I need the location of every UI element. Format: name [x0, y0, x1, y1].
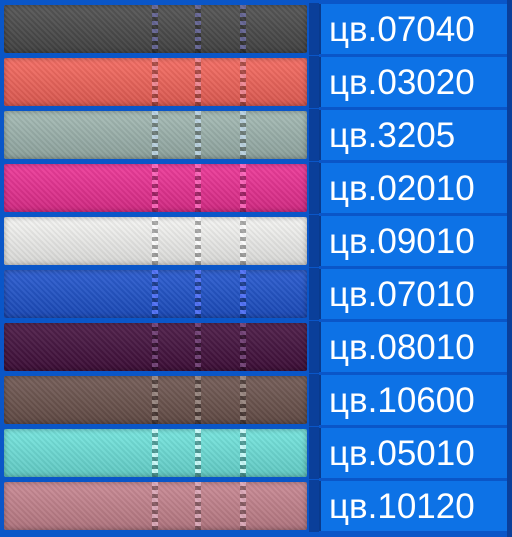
column-divider [309, 321, 319, 373]
fabric-swatch [4, 270, 307, 318]
swatch-stripe [240, 164, 246, 212]
column-divider [309, 56, 319, 108]
fabric-swatch [4, 376, 307, 424]
swatch-stripe [195, 323, 201, 371]
fabric-swatch [4, 323, 307, 371]
swatch-stripe [152, 58, 158, 106]
swatch-stripe [195, 58, 201, 106]
swatch-stripe [152, 270, 158, 318]
color-code-label: цв.09010 [329, 222, 475, 261]
column-divider [309, 162, 319, 214]
color-code-label: цв.02010 [329, 169, 475, 208]
color-code-cell: цв.08010 [319, 322, 507, 372]
swatch-stripe [152, 482, 158, 530]
color-code-label: цв.07010 [329, 275, 475, 314]
swatch-stripe [240, 376, 246, 424]
swatch-row: цв.3205 [0, 109, 512, 161]
swatch-row: цв.10120 [0, 480, 512, 532]
swatch-stripe [195, 429, 201, 477]
swatch-row: цв.07040 [0, 3, 512, 55]
swatch-stripe [240, 5, 246, 53]
column-divider [309, 427, 319, 479]
color-code-label: цв.10600 [329, 381, 475, 420]
color-code-cell: цв.09010 [319, 216, 507, 266]
color-code-cell: цв.3205 [319, 110, 507, 160]
color-code-label: цв.03020 [329, 63, 475, 102]
swatch-stripe [152, 111, 158, 159]
color-code-cell: цв.02010 [319, 163, 507, 213]
swatch-stripe [152, 5, 158, 53]
swatch-row: цв.05010 [0, 427, 512, 479]
swatch-row: цв.09010 [0, 215, 512, 267]
fabric-swatch [4, 5, 307, 53]
color-code-label: цв.05010 [329, 434, 475, 473]
swatch-stripe [152, 376, 158, 424]
swatch-stripe [195, 164, 201, 212]
swatch-stripe [195, 376, 201, 424]
color-code-cell: цв.07010 [319, 269, 507, 319]
swatch-stripe [195, 111, 201, 159]
color-code-label: цв.3205 [329, 116, 456, 155]
column-divider [309, 268, 319, 320]
swatch-stripe [240, 58, 246, 106]
color-code-label: цв.10120 [329, 487, 475, 526]
swatch-stripe [240, 270, 246, 318]
swatch-stripe [152, 323, 158, 371]
swatch-stripe [240, 323, 246, 371]
color-code-cell: цв.10600 [319, 375, 507, 425]
fabric-swatch [4, 111, 307, 159]
color-code-cell: цв.05010 [319, 428, 507, 478]
fabric-swatch [4, 482, 307, 530]
column-divider [309, 374, 319, 426]
fabric-swatch [4, 58, 307, 106]
swatch-row: цв.07010 [0, 268, 512, 320]
swatch-stripe [240, 429, 246, 477]
color-swatch-table: цв.07040 цв.03020 цв.3205 цв.02010 цв.09… [0, 0, 512, 537]
swatch-stripe [152, 164, 158, 212]
swatch-stripe [195, 270, 201, 318]
fabric-swatch [4, 217, 307, 265]
swatch-stripe [195, 5, 201, 53]
fabric-swatch [4, 164, 307, 212]
column-divider [309, 480, 319, 532]
swatch-stripe [240, 111, 246, 159]
color-code-cell: цв.03020 [319, 57, 507, 107]
swatch-stripe [240, 217, 246, 265]
swatch-stripe [152, 429, 158, 477]
column-divider [309, 3, 319, 55]
color-code-label: цв.07040 [329, 10, 475, 49]
color-code-label: цв.08010 [329, 328, 475, 367]
swatch-stripe [240, 482, 246, 530]
swatch-row: цв.08010 [0, 321, 512, 373]
color-code-cell: цв.07040 [319, 4, 507, 54]
swatch-stripe [152, 217, 158, 265]
swatch-stripe [195, 217, 201, 265]
swatch-row: цв.10600 [0, 374, 512, 426]
column-divider [309, 109, 319, 161]
swatch-row: цв.02010 [0, 162, 512, 214]
column-divider [309, 215, 319, 267]
swatch-stripe [195, 482, 201, 530]
fabric-swatch [4, 429, 307, 477]
swatch-row: цв.03020 [0, 56, 512, 108]
color-code-cell: цв.10120 [319, 481, 507, 531]
